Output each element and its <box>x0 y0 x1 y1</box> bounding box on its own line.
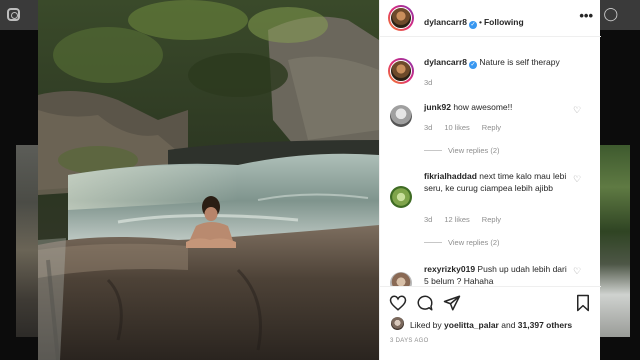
comment-likes[interactable]: 10 likes <box>444 123 469 132</box>
caption-meta: 3d <box>424 78 444 87</box>
comment-reply-button[interactable]: Reply <box>482 123 501 132</box>
author-line: dylancarr8 ✓ • Following <box>424 12 524 30</box>
liker-avatar[interactable] <box>391 317 404 330</box>
view-replies-label: View replies (2) <box>448 146 500 155</box>
more-options-icon[interactable]: ••• <box>579 9 593 22</box>
liked-by-user[interactable]: yoelitta_palar <box>444 320 499 330</box>
caption-username[interactable]: dylancarr8 <box>424 57 467 67</box>
comment-age: 3d <box>424 123 433 132</box>
comment-meta: 3d 12 likes Reply <box>424 215 513 224</box>
comment-age: 3d <box>424 215 433 224</box>
comment-meta: 3d 10 likes Reply <box>424 123 513 132</box>
author-username[interactable]: dylancarr8 <box>424 17 467 27</box>
comment-avatar[interactable] <box>390 186 412 208</box>
comment-avatar[interactable] <box>390 272 412 286</box>
following-button[interactable]: Following <box>484 17 524 27</box>
view-replies-button[interactable]: View replies (2) <box>424 146 500 155</box>
comment-username[interactable]: rexyrizky019 <box>424 264 475 274</box>
post-photo <box>38 0 379 360</box>
post-header: dylancarr8 ✓ • Following ••• <box>380 0 601 37</box>
caption: dylancarr8 ✓ Nature is self therapy <box>424 56 592 69</box>
post-actions: Liked by yoelitta_palar and 31,397 other… <box>380 286 601 360</box>
comment-username[interactable]: fikrialhaddad <box>424 171 477 181</box>
caption-avatar[interactable] <box>390 60 412 82</box>
comment-body: rexyrizky019 Push up udah lebih dari 5 b… <box>424 263 572 286</box>
comment-body: fikrialhaddad next time kalo mau lebi se… <box>424 170 572 194</box>
comments-section[interactable]: dylancarr8 ✓ Nature is self therapy 3d ju… <box>380 38 601 286</box>
liked-by-and: and <box>501 320 516 330</box>
comment-likes[interactable]: 12 likes <box>444 215 469 224</box>
comment-reply-button[interactable]: Reply <box>482 215 501 224</box>
comment-username[interactable]: junk92 <box>424 102 451 112</box>
view-replies-label: View replies (2) <box>448 238 500 247</box>
share-icon[interactable] <box>443 294 461 312</box>
verified-badge-icon: ✓ <box>469 21 477 29</box>
liked-by-text[interactable]: Liked by yoelitta_palar and 31,397 other… <box>410 320 572 330</box>
author-avatar[interactable] <box>390 7 412 29</box>
instagram-logo-icon <box>7 8 20 21</box>
bookmark-icon[interactable] <box>574 294 592 312</box>
comment-like-heart-icon[interactable]: ♡ <box>573 175 582 184</box>
caption-age: 3d <box>424 78 433 87</box>
post-timestamp[interactable]: 3 DAYS AGO <box>390 338 429 344</box>
comment-avatar[interactable] <box>390 105 412 127</box>
liked-by-others[interactable]: 31,397 others <box>518 320 572 330</box>
separator-dot: • <box>479 17 482 27</box>
comment-body: junk92 how awesome!! <box>424 101 574 113</box>
comment-icon[interactable] <box>416 294 434 312</box>
background-post-thumbnail-left <box>16 145 38 337</box>
liked-by-prefix: Liked by <box>410 320 442 330</box>
comment-like-heart-icon[interactable]: ♡ <box>573 106 582 115</box>
comment-text: how awesome!! <box>453 102 513 112</box>
background-post-thumbnail-right <box>600 145 630 337</box>
verified-badge-icon: ✓ <box>469 61 477 69</box>
caption-text: Nature is self therapy <box>479 57 560 67</box>
heart-icon[interactable] <box>389 294 407 312</box>
post-detail-panel: dylancarr8 ✓ • Following ••• dylancarr8 ✓ Na… <box>379 0 601 360</box>
comment-like-heart-icon[interactable]: ♡ <box>573 267 582 276</box>
view-replies-button[interactable]: View replies (2) <box>424 238 500 247</box>
